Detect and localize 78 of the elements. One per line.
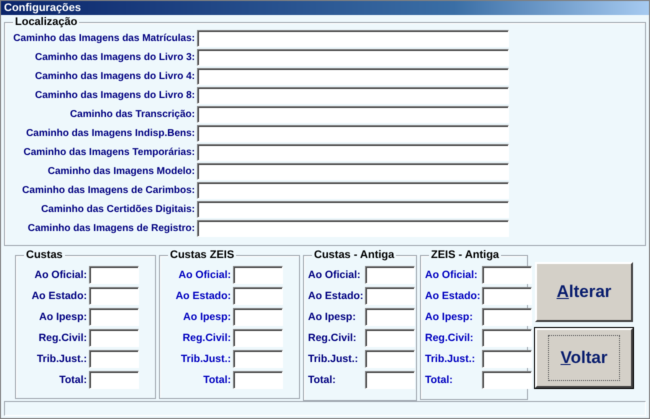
input-field[interactable] [197,220,509,238]
field-label: Caminho das Imagens do Livro 4: [34,71,195,82]
input-field[interactable] [89,287,139,306]
field-label: Ao Oficial: [308,269,362,282]
window-title: Configurações [4,2,82,14]
field-label: Ao Ipesp: [425,311,474,324]
field-label: Ao Estado: [308,290,364,302]
field-label: Reg.Civil: [308,332,358,344]
input-field[interactable] [197,182,509,200]
input-field[interactable] [482,329,532,348]
input-field[interactable] [197,30,509,48]
input-field[interactable] [233,266,283,284]
field-label: Total: [58,374,87,386]
field-label: Caminho das Imagens do Livro 8: [34,90,195,102]
input-field[interactable] [197,125,509,142]
input-field[interactable] [89,266,139,284]
input-field[interactable] [233,350,283,368]
group-title: Localização [13,16,80,28]
input-field[interactable] [482,371,532,390]
group-title: Custas - Antiga [312,249,396,262]
field-label: Caminho das Imagens Indisp.Bens: [25,128,195,140]
field-label: Trib.Just.: [308,353,360,366]
input-field[interactable] [482,266,532,284]
input-field[interactable] [197,68,509,86]
field-label: Trib.Just.: [36,353,87,366]
field-label: Reg.Civil: [425,332,474,344]
input-field[interactable] [365,308,416,326]
input-field[interactable] [89,329,139,348]
input-field[interactable] [197,106,509,124]
field-label: Reg.Civil: [182,332,231,344]
field-label: Ao Ipesp: [182,311,231,324]
group-title: ZEIS - Antiga [429,249,502,262]
field-label: Trib.Just.: [180,353,231,366]
input-field[interactable] [89,350,139,368]
input-field[interactable] [233,287,283,306]
field-label: Caminho das Imagens do Livro 3: [34,52,195,64]
input-field[interactable] [365,350,416,368]
input-field[interactable] [365,329,416,348]
input-field[interactable] [197,49,509,66]
input-field[interactable] [365,266,416,284]
action-button[interactable]: Alterar [535,262,633,322]
field-label: Total: [308,374,337,386]
input-field[interactable] [482,308,532,326]
field-label: Caminho das Imagens das Matrículas: [12,33,195,44]
input-field[interactable] [197,144,509,162]
input-field[interactable] [233,371,283,390]
action-button[interactable]: Voltar [535,328,633,388]
field-label: Trib.Just.: [425,353,476,366]
field-label: Ao Estado: [425,290,480,302]
input-field[interactable] [197,87,509,104]
group-title: Custas ZEIS [168,249,236,262]
input-field[interactable] [197,163,509,180]
input-field[interactable] [233,308,283,326]
input-field[interactable] [365,371,416,390]
field-label: Total: [425,374,454,386]
field-label: Ao Oficial: [425,269,479,282]
field-label: Ao Oficial: [33,269,87,282]
input-field[interactable] [365,287,416,306]
field-label: Caminho das Imagens Temporárias: [22,147,195,158]
input-field[interactable] [482,350,532,368]
field-label: Ao Ipesp: [308,311,357,324]
input-field[interactable] [233,329,283,348]
field-label: Ao Oficial: [177,269,231,282]
field-label: Caminho das Imagens de Registro: [26,223,195,234]
input-field[interactable] [482,287,532,306]
group-title: Custas [24,249,65,262]
field-label: Ao Estado: [176,290,231,302]
field-label: Caminho das Imagens Modelo: [46,166,195,178]
input-field[interactable] [89,371,139,390]
field-label: Ao Ipesp: [38,311,87,324]
field-label: Caminho das Transcrição: [68,109,195,120]
field-label: Caminho das Certidões Digitais: [40,204,195,216]
field-label: Ao Estado: [32,290,87,302]
field-label: Caminho das Imagens de Carimbos: [21,185,195,196]
input-field[interactable] [197,201,509,218]
field-label: Reg.Civil: [38,332,87,344]
input-field[interactable] [89,308,139,326]
field-label: Total: [202,374,231,386]
